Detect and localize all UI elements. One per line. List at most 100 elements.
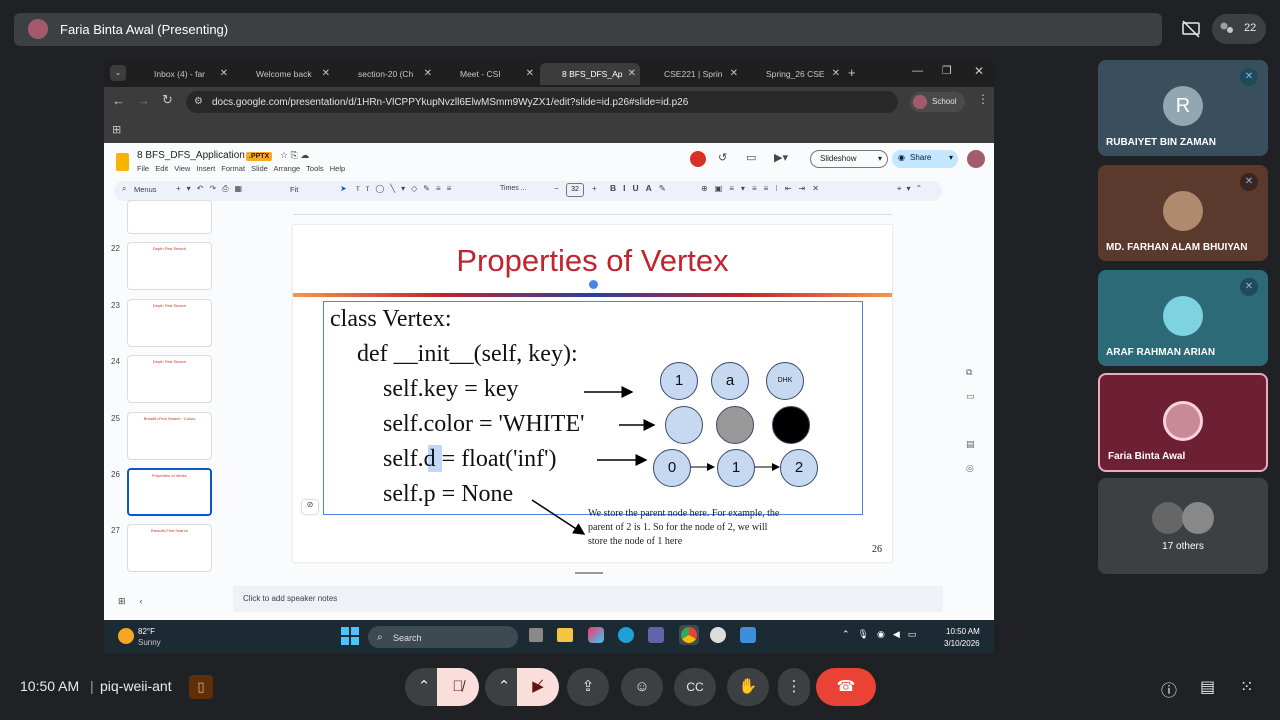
grid-view-icon[interactable]: ⊞‹ <box>118 596 157 607</box>
close-icon[interactable]: ✕ <box>424 68 432 79</box>
weather-sun-icon[interactable] <box>118 628 134 644</box>
present-button[interactable]: ⇪ <box>567 668 609 706</box>
slide-thumbnail[interactable]: Depth First Search <box>127 299 212 347</box>
slide-thumbnail[interactable]: Depth First Search <box>127 355 212 403</box>
toolbar-edit-icons[interactable]: +▾↶↷⎙▦ <box>176 184 248 194</box>
close-icon[interactable]: ✕ <box>220 68 228 79</box>
video-call-icon[interactable]: ▶▾ <box>774 151 788 164</box>
weather-temperature[interactable]: 82°F <box>138 627 155 636</box>
distance-node[interactable]: 1 <box>717 449 755 487</box>
task-view-icon[interactable] <box>529 628 543 642</box>
select-tool-icon[interactable]: ➤ <box>340 184 353 193</box>
chrome-profile-icon[interactable] <box>710 627 726 643</box>
browser-tab[interactable]: Spring_26 CSE ✕ <box>744 63 844 85</box>
comments-icon[interactable]: ▭ <box>746 151 756 164</box>
menu-file[interactable]: File <box>137 164 149 173</box>
code-line[interactable]: class Vertex: <box>330 306 452 333</box>
menus-search[interactable]: Menus <box>134 185 157 194</box>
code-line[interactable]: def __init__(self, key): <box>357 341 578 368</box>
speaker-notes[interactable] <box>233 586 943 612</box>
history-icon[interactable]: ↺ <box>718 151 727 164</box>
hide-icon[interactable]: ⊘ <box>302 500 318 514</box>
restore-button[interactable]: ❐ <box>942 64 952 77</box>
code-line[interactable]: self.color = 'WHITE' <box>383 411 584 438</box>
code-line[interactable]: self.d = float('inf') <box>383 446 556 473</box>
menu-slide[interactable]: Slide <box>251 164 268 173</box>
windows-start-icon[interactable] <box>341 627 359 645</box>
menu-tools[interactable]: Tools <box>306 164 324 173</box>
browser-tab[interactable]: CSE221 | Sprin ✕ <box>642 63 742 85</box>
copilot-icon[interactable] <box>588 627 604 643</box>
zoom-select[interactable]: Fit <box>290 185 298 194</box>
side-panel-icons[interactable]: ⧉ ▭ ▤ ◎ <box>966 360 980 480</box>
browser-menu-icon[interactable]: ⋮ <box>977 92 989 106</box>
room-icon[interactable]: ▯ <box>189 675 213 699</box>
slide-thumbnail-selected[interactable]: Properties of Vertex <box>127 468 212 516</box>
paragraph-icons[interactable]: ⊕▣≡▾≡≡⁝⇤⇥✕ <box>701 184 826 193</box>
slide-thumbnail[interactable]: Depth First Search <box>127 242 212 290</box>
close-icon[interactable]: ✕ <box>628 68 636 79</box>
decrease-size-icon[interactable]: − <box>554 184 559 193</box>
site-info-icon[interactable]: ⚙ <box>194 96 203 107</box>
color-gray-node[interactable] <box>716 406 754 444</box>
search-icon[interactable]: ⌕ <box>122 184 126 194</box>
participant-tile-presenter[interactable]: Faria Binta Awal <box>1098 373 1268 472</box>
new-tab-button[interactable]: + <box>848 65 856 80</box>
menu-edit[interactable]: Edit <box>155 164 168 173</box>
people-button[interactable] <box>1212 14 1266 44</box>
mic-toggle-button[interactable]: 🎙̸ <box>437 668 479 706</box>
tab-search-button[interactable]: ⌄ <box>110 65 126 81</box>
menu-view[interactable]: View <box>174 164 190 173</box>
others-tile[interactable]: 17 others <box>1098 478 1268 574</box>
participant-tile[interactable]: R ✕ RUBAIYET BIN ZAMAN <box>1098 60 1268 156</box>
file-explorer-icon[interactable] <box>557 628 573 642</box>
close-icon[interactable]: ✕ <box>526 68 534 79</box>
taskbar-time[interactable]: 10:50 AM <box>946 627 980 636</box>
font-select[interactable]: Times ... <box>500 185 527 192</box>
account-avatar[interactable] <box>967 150 985 168</box>
browser-tab[interactable]: Inbox (4) - far ✕ <box>132 63 232 85</box>
code-line[interactable]: self.p = None <box>383 481 513 508</box>
slideshow-button[interactable]: Slideshow ▾ <box>810 150 888 168</box>
browser-tab-active[interactable]: 8 BFS_DFS_Ap ✕ <box>540 63 640 85</box>
slide-thumbnail[interactable]: Breadth-First Search <box>127 524 212 572</box>
menu-help[interactable]: Help <box>330 164 345 173</box>
screen-share-off-icon[interactable] <box>1180 18 1202 40</box>
taskbar-date[interactable]: 3/10/2026 <box>944 639 980 648</box>
info-icon[interactable]: ⓘ <box>1161 677 1177 701</box>
close-window-button[interactable]: ✕ <box>974 64 984 78</box>
meet-present-icon[interactable] <box>690 151 706 167</box>
slide-thumbnail[interactable] <box>127 200 212 234</box>
participant-tile[interactable]: ✕ MD. FARHAN ALAM BHUIYAN <box>1098 165 1268 261</box>
vertex-key-node[interactable]: a <box>711 362 749 400</box>
captions-button[interactable]: CC <box>674 668 716 706</box>
color-black-node[interactable] <box>772 406 810 444</box>
increase-size-icon[interactable]: + <box>592 184 597 193</box>
close-icon[interactable]: ✕ <box>832 68 840 79</box>
slides-logo-icon[interactable] <box>116 153 129 171</box>
chat-icon[interactable]: ▤ <box>1200 677 1215 697</box>
toolbar-insert-icons[interactable]: ᴛᴛ◯╲▾◇✎≡≡ <box>356 184 457 193</box>
star-icon[interactable]: ☆ ⎘ ☁ <box>280 150 309 161</box>
activities-icon[interactable]: ⁙ <box>1240 677 1253 697</box>
resize-handle[interactable] <box>575 572 603 574</box>
distance-node[interactable]: 2 <box>780 449 818 487</box>
more-options-button[interactable]: ⋮ <box>778 668 810 706</box>
back-icon[interactable]: ← <box>112 93 125 108</box>
reload-icon[interactable]: ↻ <box>162 92 173 108</box>
teams-icon[interactable] <box>648 627 664 643</box>
participant-tile[interactable]: ✕ ARAF RAHMAN ARIAN <box>1098 270 1268 366</box>
reactions-button[interactable]: ☺ <box>621 668 663 706</box>
share-button[interactable]: ◉ Share ▾ <box>892 150 958 168</box>
code-line[interactable]: self.key = key <box>383 376 519 403</box>
slide-title[interactable]: Properties of Vertex <box>293 243 892 279</box>
close-icon[interactable]: ✕ <box>730 68 738 79</box>
edge-icon[interactable] <box>618 627 634 643</box>
document-title[interactable]: 8 BFS_DFS_Application <box>137 150 245 161</box>
raise-hand-button[interactable]: ✋ <box>727 668 769 706</box>
menu-insert[interactable]: Insert <box>196 164 215 173</box>
menu-format[interactable]: Format <box>221 164 245 173</box>
more-tools-icons[interactable]: ⌖▾⌃ <box>897 184 927 194</box>
taskbar-search[interactable] <box>368 626 518 648</box>
forward-icon[interactable]: → <box>137 93 150 108</box>
